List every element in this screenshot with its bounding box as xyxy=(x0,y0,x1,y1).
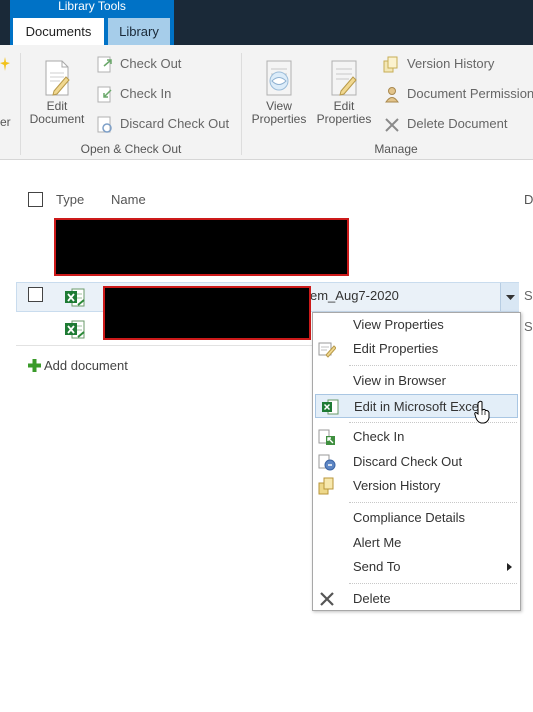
menu-item-label: Discard Check Out xyxy=(353,454,463,469)
tab-documents[interactable]: Documents xyxy=(13,18,104,45)
version-history-label: Version History xyxy=(407,56,495,71)
dropdown-arrow-icon xyxy=(506,295,515,300)
menu-item-label: Check In xyxy=(353,429,405,444)
menu-separator xyxy=(349,422,517,423)
delete-x-icon xyxy=(320,592,334,606)
check-out-label: Check Out xyxy=(120,56,182,71)
menu-separator xyxy=(349,583,517,584)
menu-item-send-to[interactable]: Send To xyxy=(313,555,520,579)
menu-separator xyxy=(349,502,517,503)
add-document-label: Add document xyxy=(44,358,128,373)
menu-item-label: Alert Me xyxy=(353,535,402,550)
menu-item-compliance-details[interactable]: Compliance Details xyxy=(313,506,520,530)
edit-document-icon xyxy=(45,60,70,96)
column-header-type[interactable]: Type xyxy=(56,192,84,207)
delete-document-icon xyxy=(385,117,399,132)
document-name-link[interactable]: em_Aug7-2020 xyxy=(310,288,399,303)
version-history-icon xyxy=(383,56,398,73)
discard-check-out-icon xyxy=(97,116,112,133)
edit-document-button[interactable]: Edit Document xyxy=(26,59,88,126)
submenu-arrow-icon xyxy=(507,563,512,571)
menu-item-label: Edit in Microsoft Excel xyxy=(354,399,482,414)
discard-check-out-label: Discard Check Out xyxy=(120,116,230,131)
context-group-label: Library Tools xyxy=(58,0,126,13)
manage-group-label: Manage xyxy=(374,142,418,156)
ribbon-tab-bar: Library Tools Documents Library xyxy=(0,0,533,45)
edit-properties-icon xyxy=(318,342,336,358)
menu-item-label: View in Browser xyxy=(353,373,446,388)
group-separator xyxy=(241,53,242,155)
version-history-icon xyxy=(318,477,334,495)
group-separator xyxy=(20,53,21,155)
menu-item-check-in[interactable]: Check In xyxy=(313,425,520,449)
view-properties-button[interactable]: View Properties xyxy=(246,59,312,126)
column-header-name[interactable]: Name xyxy=(111,192,146,207)
menu-item-edit-properties[interactable]: Edit Properties xyxy=(313,337,520,361)
row-checkbox[interactable] xyxy=(28,287,43,302)
check-in-label: Check In xyxy=(120,86,172,101)
hand-cursor-icon xyxy=(474,400,490,424)
menu-item-label: Compliance Details xyxy=(353,510,465,525)
excel-file-icon xyxy=(65,288,85,307)
document-permissions-icon xyxy=(385,86,399,103)
redacted-area xyxy=(54,218,349,276)
add-plus-icon xyxy=(28,359,41,372)
delete-document-button[interactable]: Delete Document xyxy=(383,114,507,134)
menu-item-label: Send To xyxy=(353,559,401,574)
document-permissions-label: Document Permissions xyxy=(407,86,533,101)
select-all-checkbox[interactable] xyxy=(28,192,43,207)
view-properties-label-2: Properties xyxy=(251,112,307,126)
menu-item-view-properties[interactable]: View Properties xyxy=(313,313,520,337)
menu-item-label: Version History xyxy=(353,478,441,493)
check-in-icon xyxy=(97,86,112,103)
ribbon: er Edit Document Check Out Check In Disc… xyxy=(0,45,533,160)
menu-item-label: Delete xyxy=(353,591,391,606)
check-out-icon xyxy=(97,56,112,73)
sparkle-icon xyxy=(0,57,10,71)
row-cut-value: S xyxy=(524,288,533,303)
edit-properties-icon xyxy=(331,60,357,96)
view-properties-icon xyxy=(266,60,292,96)
menu-item-discard-check-out[interactable]: Discard Check Out xyxy=(313,450,520,474)
tab-library[interactable]: Library xyxy=(108,18,170,45)
menu-item-alert-me[interactable]: Alert Me xyxy=(313,531,520,555)
item-menu-button[interactable] xyxy=(500,283,519,311)
cut-ribbon-label[interactable]: er xyxy=(0,115,11,129)
menu-item-label: View Properties xyxy=(353,317,444,332)
check-in-button[interactable]: Check In xyxy=(96,84,171,104)
redacted-area xyxy=(103,286,311,340)
add-document-link[interactable]: Add document xyxy=(28,358,128,373)
version-history-button[interactable]: Version History xyxy=(383,54,494,74)
menu-separator xyxy=(349,365,517,366)
edit-properties-label-2: Properties xyxy=(316,112,372,126)
column-header-cut[interactable]: D xyxy=(524,192,533,207)
check-in-icon xyxy=(318,429,335,445)
menu-item-delete[interactable]: Delete xyxy=(313,587,520,611)
excel-file-icon xyxy=(65,320,85,339)
delete-document-label: Delete Document xyxy=(407,116,508,131)
list-divider xyxy=(16,345,312,346)
menu-item-view-in-browser[interactable]: View in Browser xyxy=(313,369,520,393)
item-context-menu: View Properties Edit Properties View in … xyxy=(312,312,521,611)
menu-item-label: Edit Properties xyxy=(353,341,439,356)
excel-icon xyxy=(322,399,339,415)
row-cut-value: S xyxy=(524,319,533,334)
document-permissions-button[interactable]: Document Permissions xyxy=(383,84,533,104)
menu-item-version-history[interactable]: Version History xyxy=(313,474,520,498)
edit-properties-button[interactable]: Edit Properties xyxy=(312,59,376,126)
open-checkout-group-label: Open & Check Out xyxy=(80,142,182,156)
discard-check-out-icon xyxy=(318,454,336,471)
edit-document-label-2: Document xyxy=(29,112,85,126)
discard-check-out-button[interactable]: Discard Check Out xyxy=(96,114,229,134)
check-out-button[interactable]: Check Out xyxy=(96,54,181,74)
